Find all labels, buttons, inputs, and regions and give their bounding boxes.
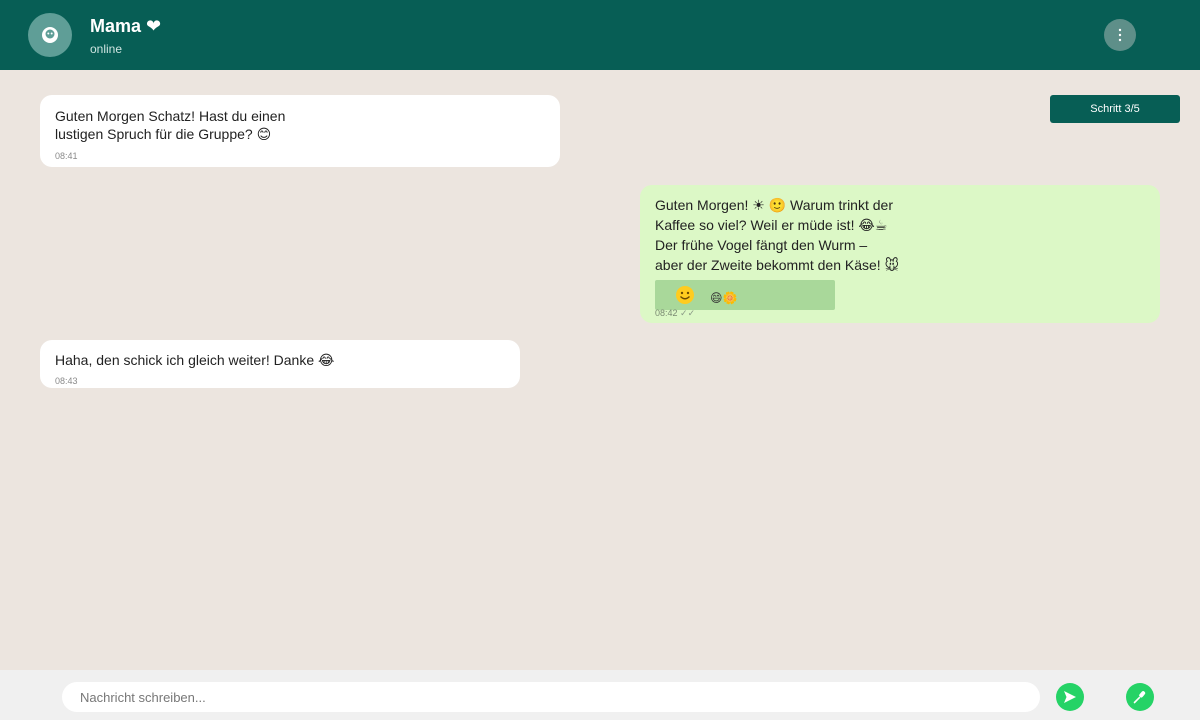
send-icon (1064, 691, 1076, 703)
send-button[interactable] (1056, 683, 1084, 711)
message-meta: 08:42 ✓✓ (655, 303, 695, 323)
message-text-line: Guten Morgen! ☀ 🙂 Warum trinkt der (655, 197, 893, 213)
step-badge: Schritt 3/5 (1050, 95, 1180, 123)
message-text-line: Der frühe Vogel fängt den Wurm – (655, 237, 868, 253)
message-timestamp: 08:42 (655, 308, 678, 318)
menu-button[interactable] (1104, 19, 1136, 51)
message-text-line: Kaffee so viel? Weil er müde ist! 😂☕ (655, 217, 888, 233)
mic-button[interactable] (1126, 683, 1154, 711)
message-text-line: Haha, den schick ich gleich weiter! Dank… (55, 352, 335, 368)
message-text-line: lustigen Spruch für die Gruppe? 😊 (55, 126, 272, 142)
message-timestamp: 08:41 (55, 151, 78, 161)
contact-name[interactable]: Mama ❤ (90, 16, 161, 37)
microphone-icon (1133, 691, 1146, 704)
emoji-extra: 😄🌼 (710, 291, 738, 305)
composer-bar (0, 670, 1200, 720)
smiley-icon (676, 286, 694, 304)
read-ticks-icon: ✓✓ (680, 308, 696, 318)
person-avatar-icon (42, 27, 58, 43)
message-text-line: aber der Zweite bekommt den Käse! 🐭 (655, 257, 900, 273)
message-timestamp: 08:43 (55, 376, 78, 386)
chat-header: Mama ❤ online (0, 0, 1200, 70)
contact-avatar[interactable] (28, 13, 72, 57)
message-text-line: Guten Morgen Schatz! Hast du einen (55, 108, 286, 124)
message-bubble-incoming[interactable]: Haha, den schick ich gleich weiter! Dank… (40, 340, 520, 388)
more-vertical-icon (1118, 28, 1122, 42)
message-input[interactable] (62, 682, 1040, 712)
message-bubble-incoming[interactable]: Guten Morgen Schatz! Hast du einen lusti… (40, 95, 560, 167)
message-bubble-outgoing[interactable]: Guten Morgen! ☀ 🙂 Warum trinkt der Kaffe… (640, 185, 1160, 323)
contact-status: online (90, 42, 123, 56)
